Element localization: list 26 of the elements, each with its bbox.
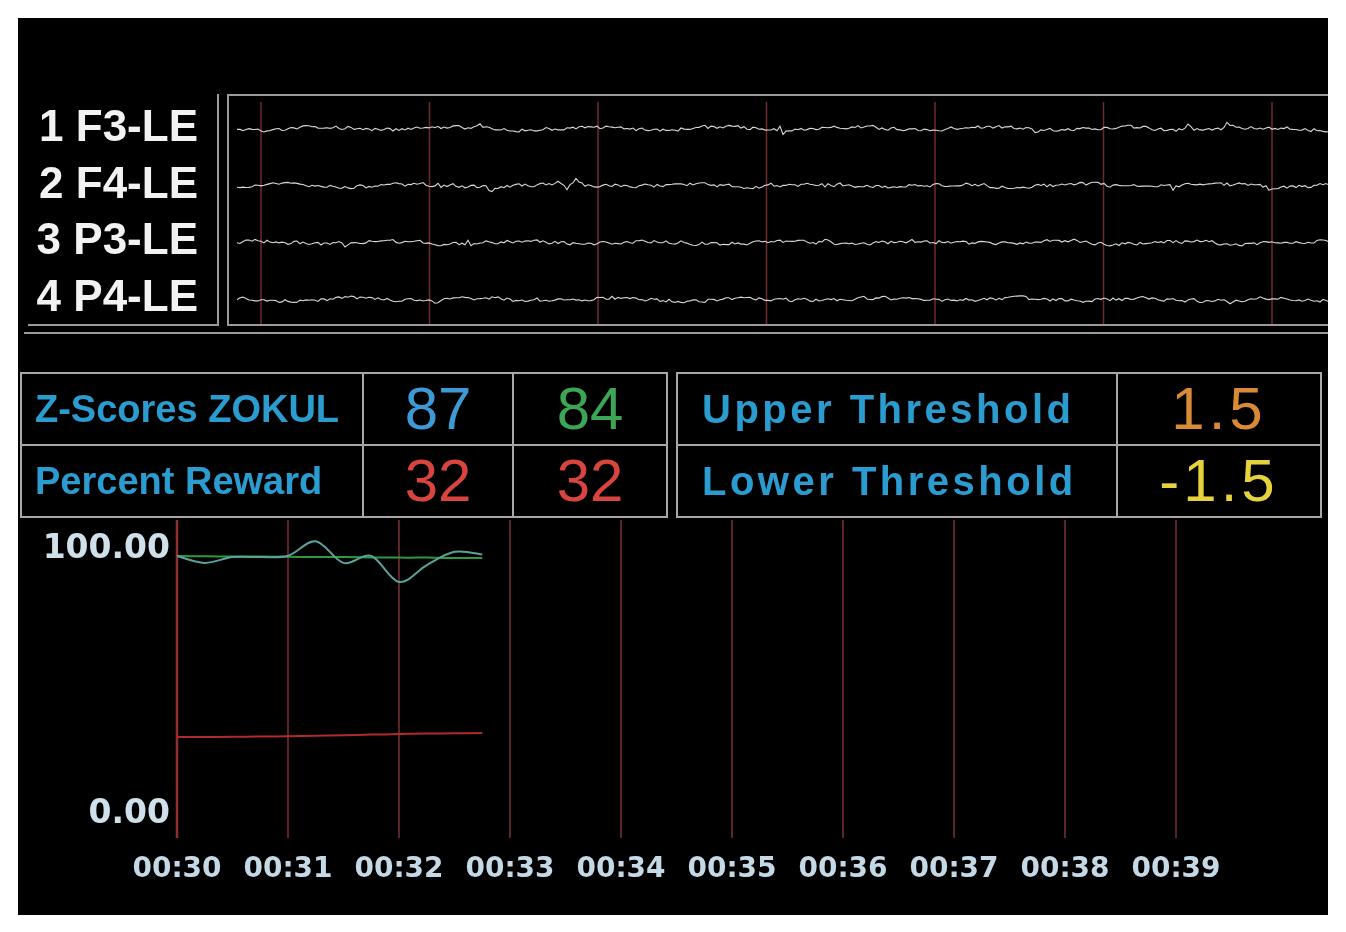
threshold-value: -1.5 <box>1117 445 1321 517</box>
score-value: 32 <box>363 445 513 517</box>
channel-label: 4 P4-LE <box>36 273 198 318</box>
score-value: 84 <box>513 373 667 445</box>
x-tick-label: 00:34 <box>576 850 666 884</box>
x-tick-label: 00:37 <box>909 850 999 884</box>
score-value: 32 <box>513 445 667 517</box>
y-tick-label: 0.00 <box>88 792 170 831</box>
channel-label: 2 F4-LE <box>39 160 198 205</box>
score-label: Z-Scores ZOKUL <box>21 373 363 445</box>
y-tick-label: 100.00 <box>42 527 170 566</box>
threshold-label: Lower Threshold <box>677 445 1117 517</box>
score-value: 87 <box>363 373 513 445</box>
channel-label: 3 P3-LE <box>36 217 198 262</box>
x-tick-label: 00:35 <box>687 850 777 884</box>
x-tick-label: 00:30 <box>132 850 222 884</box>
x-tick-label: 00:39 <box>1131 850 1221 884</box>
channel-label: 1 F3-LE <box>39 104 198 149</box>
x-tick-label: 00:32 <box>354 850 444 884</box>
threshold-value: 1.5 <box>1117 373 1321 445</box>
x-tick-label: 00:38 <box>1020 850 1110 884</box>
x-tick-label: 00:36 <box>798 850 888 884</box>
threshold-label: Upper Threshold <box>677 373 1117 445</box>
score-label: Percent Reward <box>21 445 363 517</box>
x-tick-label: 00:31 <box>243 850 333 884</box>
x-tick-label: 00:33 <box>465 850 555 884</box>
